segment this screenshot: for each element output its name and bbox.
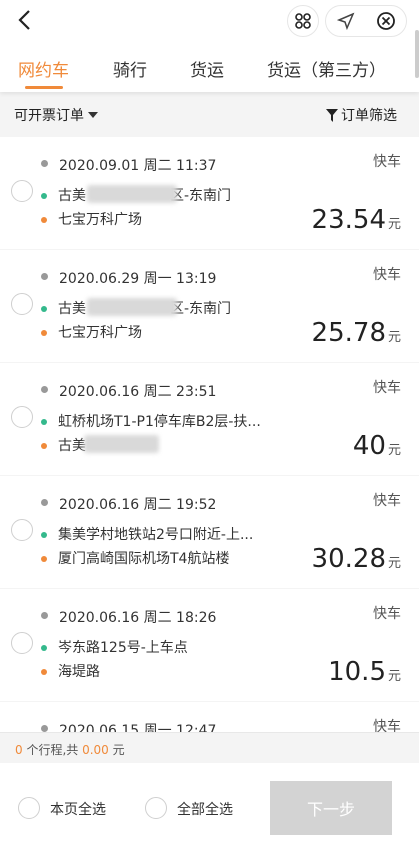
dropoff-location: 古美 xyxy=(58,438,86,454)
price-unit: 元 xyxy=(387,443,401,458)
price-unit: 元 xyxy=(387,556,401,571)
order-price: 30.28 元 xyxy=(312,544,401,574)
end-dot-icon xyxy=(41,669,47,675)
order-card[interactable]: 2020.06.16 周二 23:51 快车 虹桥机场T1-P1停车库B2层-扶… xyxy=(0,363,419,475)
clock-icon xyxy=(41,160,48,167)
select-all-label[interactable]: 全部全选 xyxy=(177,799,233,819)
back-arrow-icon xyxy=(18,10,30,30)
order-select-radio[interactable] xyxy=(11,180,33,202)
order-card[interactable]: 2020.09.01 周二 11:37 快车 古美 区-东南门 七宝万科广场 23… xyxy=(0,137,419,249)
end-dot-icon xyxy=(41,556,47,562)
funnel-icon xyxy=(326,108,338,122)
price-unit: 元 xyxy=(387,330,401,345)
order-select-radio[interactable] xyxy=(11,632,33,654)
filter-bar: 可开票订单 订单筛选 xyxy=(0,92,419,136)
category-tabs: 网约车 骑行 货运 货运（第三方） xyxy=(0,46,419,89)
order-list: 2020.09.01 周二 11:37 快车 古美 区-东南门 七宝万科广场 23… xyxy=(0,137,419,815)
back-button[interactable] xyxy=(10,6,38,34)
clock-icon xyxy=(41,386,48,393)
ride-type-tag: 快车 xyxy=(373,493,401,509)
order-card[interactable]: 2020.06.29 周一 13:19 快车 古美 区-东南门 七宝万科广场 25… xyxy=(0,250,419,362)
order-time: 2020.06.16 周二 18:26 xyxy=(59,610,217,626)
dropoff-location: 七宝万科广场 xyxy=(58,212,142,228)
select-page-radio[interactable] xyxy=(18,797,40,819)
order-time: 2020.06.16 周二 19:52 xyxy=(59,497,217,513)
pickup-location: 岑东路125号-上车点 xyxy=(58,640,188,656)
summary-unit: 元 xyxy=(108,743,125,757)
redacted-text xyxy=(84,435,159,453)
price-amount: 23.54 xyxy=(311,205,386,235)
pickup-location: 虹桥机场T1-P1停车库B2层-扶... xyxy=(58,414,261,430)
caret-down-icon xyxy=(88,112,98,118)
order-select-radio[interactable] xyxy=(11,406,33,428)
tab-scroll-hint xyxy=(415,30,419,78)
order-select-radio[interactable] xyxy=(11,293,33,315)
close-circle-icon[interactable] xyxy=(376,11,396,31)
top-bar: 网约车 骑行 货运 货运（第三方） xyxy=(0,0,419,92)
ride-type-tag: 快车 xyxy=(373,606,401,622)
start-dot-icon xyxy=(41,306,47,312)
end-dot-icon xyxy=(41,443,47,449)
price-amount: 10.5 xyxy=(328,657,386,687)
start-dot-icon xyxy=(41,532,47,538)
summary-text: 0 个行程,共 0.00 元 xyxy=(15,741,125,758)
price-amount: 40 xyxy=(352,431,386,461)
start-dot-icon xyxy=(41,419,47,425)
tab-cycling[interactable]: 骑行 xyxy=(113,56,147,81)
dropoff-location: 厦门高崎国际机场T4航站楼 xyxy=(58,551,230,567)
scan-button[interactable] xyxy=(287,5,319,37)
selected-total: 0.00 xyxy=(82,743,109,757)
select-all-radio[interactable] xyxy=(145,797,167,819)
order-card[interactable]: 2020.06.16 周二 18:26 快车 岑东路125号-上车点 海堤路 1… xyxy=(0,589,419,701)
invoiceable-orders-label: 可开票订单 xyxy=(14,108,84,124)
tab-ride-hailing[interactable]: 网约车 xyxy=(18,56,69,81)
tab-freight[interactable]: 货运 xyxy=(190,56,224,81)
tab-freight-third-party[interactable]: 货运（第三方） xyxy=(267,56,386,81)
bottom-action-bar: 本页全选 全部全选 下一步 xyxy=(0,763,419,842)
order-select-radio[interactable] xyxy=(11,519,33,541)
order-time: 2020.09.01 周二 11:37 xyxy=(59,158,217,174)
location-arrow-icon[interactable] xyxy=(336,12,355,30)
clock-icon xyxy=(41,499,48,506)
redacted-text xyxy=(87,298,177,316)
clock-icon xyxy=(41,612,48,619)
price-amount: 30.28 xyxy=(311,544,386,574)
order-price: 10.5 元 xyxy=(328,657,401,687)
dropoff-location: 海堤路 xyxy=(58,664,100,680)
active-tab-indicator xyxy=(25,86,63,89)
selection-summary: 0 个行程,共 0.00 元 xyxy=(0,732,419,763)
ride-type-tag: 快车 xyxy=(373,154,401,170)
clock-icon xyxy=(41,273,48,280)
end-dot-icon xyxy=(41,217,47,223)
price-amount: 25.78 xyxy=(311,318,386,348)
order-price: 40 元 xyxy=(353,431,401,461)
selected-count: 0 xyxy=(15,743,23,757)
order-card[interactable]: 2020.06.16 周二 19:52 快车 集美学村地铁站2号口附近-上...… xyxy=(0,476,419,588)
order-filter-label: 订单筛选 xyxy=(341,108,397,124)
price-unit: 元 xyxy=(387,217,401,232)
select-page-label[interactable]: 本页全选 xyxy=(50,799,106,819)
end-dot-icon xyxy=(41,330,47,336)
clock-icon xyxy=(41,725,48,732)
scan-icon xyxy=(295,13,311,29)
summary-count-text: 个行程,共 xyxy=(22,743,83,757)
ride-type-tag: 快车 xyxy=(373,267,401,283)
order-price: 25.78 元 xyxy=(312,318,401,348)
pickup-location: 集美学村地铁站2号口附近-上... xyxy=(58,527,254,543)
start-dot-icon xyxy=(41,645,47,651)
mini-program-capsule xyxy=(325,5,407,37)
price-unit: 元 xyxy=(387,669,401,684)
order-filter-button[interactable]: 订单筛选 xyxy=(326,105,397,125)
ride-type-tag: 快车 xyxy=(373,380,401,396)
start-dot-icon xyxy=(41,193,47,199)
order-time: 2020.06.29 周一 13:19 xyxy=(59,271,217,287)
order-price: 23.54 元 xyxy=(312,205,401,235)
invoiceable-orders-dropdown[interactable]: 可开票订单 xyxy=(14,105,98,125)
next-step-button[interactable]: 下一步 xyxy=(270,781,392,835)
redacted-text xyxy=(87,185,177,203)
dropoff-location: 七宝万科广场 xyxy=(58,325,142,341)
order-time: 2020.06.16 周二 23:51 xyxy=(59,384,217,400)
